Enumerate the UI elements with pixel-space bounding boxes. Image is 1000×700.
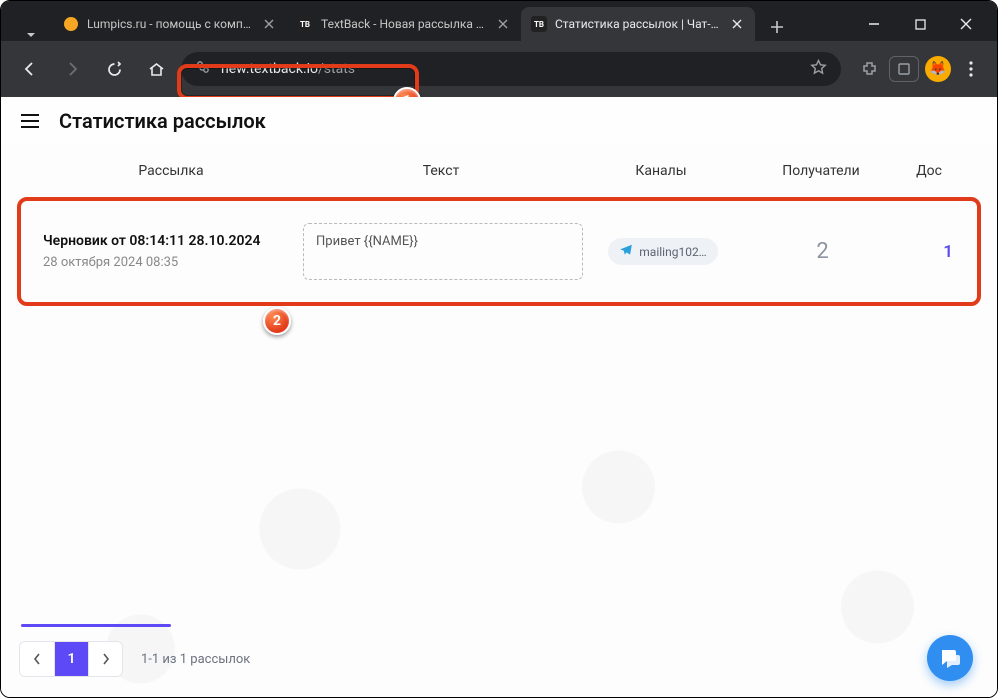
tab-label: Статистика рассылок | Чат-бо bbox=[555, 17, 721, 31]
table-row[interactable]: Черновик от 08:14:11 28.10.2024 28 октяб… bbox=[21, 201, 977, 302]
nav-back[interactable] bbox=[13, 52, 47, 86]
col-recipients: Получатели bbox=[741, 163, 901, 179]
close-icon[interactable] bbox=[495, 16, 511, 32]
channel-label: mailing102… bbox=[639, 245, 706, 259]
tab-0[interactable]: Lumpics.ru - помощь с компью bbox=[53, 7, 287, 41]
channel-chip[interactable]: mailing102… bbox=[608, 238, 717, 265]
message-preview: Привет {{NAME}} bbox=[303, 223, 583, 280]
tab-2[interactable]: TB Статистика рассылок | Чат-бо bbox=[521, 7, 755, 41]
browser-menu-icon[interactable] bbox=[957, 55, 985, 83]
col-channels: Каналы bbox=[581, 163, 741, 179]
recipients-count: 2 bbox=[743, 239, 903, 264]
nav-reload[interactable] bbox=[97, 52, 131, 86]
col-text: Текст bbox=[301, 163, 581, 179]
url-text: new.textback.io/stats bbox=[221, 61, 800, 77]
delivered-count: 1 bbox=[903, 242, 955, 262]
pager-next[interactable] bbox=[88, 642, 122, 676]
tab-1[interactable]: TB TextBack - Новая рассылка Te bbox=[287, 7, 521, 41]
campaign-date: 28 октября 2024 08:35 bbox=[43, 255, 303, 270]
window-minimize[interactable] bbox=[851, 7, 897, 41]
annotation-callout-2: 2 bbox=[263, 307, 291, 335]
menu-icon[interactable] bbox=[19, 110, 41, 132]
window-maximize[interactable] bbox=[897, 7, 943, 41]
pagination: 1 bbox=[19, 641, 123, 677]
tab-label: TextBack - Новая рассылка Te bbox=[321, 17, 487, 31]
pager-summary: 1-1 из 1 рассылок bbox=[141, 652, 250, 667]
tab-label: Lumpics.ru - помощь с компью bbox=[87, 17, 253, 31]
page-title: Статистика рассылок bbox=[59, 109, 266, 133]
extension-slot[interactable] bbox=[889, 56, 919, 82]
site-info-icon[interactable] bbox=[195, 59, 211, 79]
telegram-icon bbox=[619, 243, 633, 260]
chat-fab[interactable] bbox=[927, 635, 973, 681]
nav-forward[interactable] bbox=[55, 52, 89, 86]
col-campaign: Рассылка bbox=[41, 163, 301, 179]
new-tab-button[interactable] bbox=[763, 13, 791, 41]
close-icon[interactable] bbox=[261, 16, 277, 32]
favicon-lumpics bbox=[63, 16, 79, 32]
url-bar[interactable]: new.textback.io/stats bbox=[181, 52, 841, 86]
profile-avatar[interactable]: 🦊 bbox=[925, 56, 951, 82]
close-icon[interactable] bbox=[729, 16, 745, 32]
nav-home[interactable] bbox=[139, 52, 173, 86]
pager-page-1[interactable]: 1 bbox=[54, 642, 88, 676]
table-header: Рассылка Текст Каналы Получатели Дос bbox=[19, 145, 979, 197]
scroll-indicator bbox=[21, 624, 171, 627]
extensions-icon[interactable] bbox=[855, 55, 883, 83]
bookmark-star-icon[interactable] bbox=[810, 59, 827, 80]
window-close[interactable] bbox=[943, 7, 989, 41]
col-delivered: Дос bbox=[901, 163, 957, 179]
annotation-row-highlight: Черновик от 08:14:11 28.10.2024 28 октяб… bbox=[17, 197, 981, 306]
pager-prev[interactable] bbox=[20, 642, 54, 676]
campaign-title: Черновик от 08:14:11 28.10.2024 bbox=[43, 233, 303, 249]
favicon-textback: TB bbox=[297, 16, 313, 32]
tabs-dropdown[interactable] bbox=[9, 29, 53, 41]
favicon-textback: TB bbox=[531, 16, 547, 32]
